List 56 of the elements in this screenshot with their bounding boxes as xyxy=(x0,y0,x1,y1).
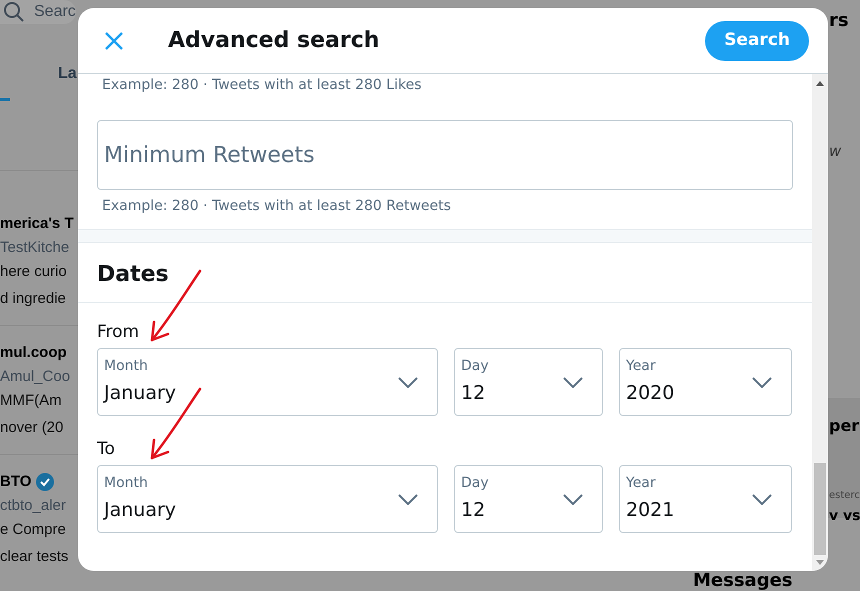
date-select[interactable]: Month January xyxy=(97,348,438,416)
select-value: 2020 xyxy=(626,380,676,406)
tab-indicator xyxy=(0,98,10,101)
chevron-down-icon xyxy=(563,376,583,388)
scrollbar-thumb[interactable] xyxy=(814,463,826,555)
select-value: 12 xyxy=(461,380,486,406)
retweets-field[interactable]: Minimum Retweets xyxy=(97,120,793,190)
date-label: To xyxy=(97,439,115,459)
date-select[interactable]: Month January xyxy=(97,465,438,533)
author-handle: TestKitche xyxy=(0,239,70,256)
select-label: Month xyxy=(104,356,149,374)
author-handle: Amul_Coo xyxy=(0,368,70,385)
section-heading: Dates xyxy=(97,260,169,288)
feed-tab[interactable]: La xyxy=(58,62,78,86)
chevron-down-icon xyxy=(752,494,772,504)
search-icon xyxy=(4,2,24,22)
section-heading: Messages xyxy=(693,572,793,590)
select-value: January xyxy=(104,498,178,522)
chevron-down-icon xyxy=(752,376,772,388)
trend-title: v vs xyxy=(829,507,860,526)
date-select[interactable]: Year 2020 xyxy=(619,348,792,416)
chevron-down-icon xyxy=(563,494,583,504)
section-heading: rs xyxy=(829,12,849,30)
section-heading: per xyxy=(829,418,860,434)
chevron-down-icon xyxy=(398,376,418,388)
tweet-text: clear tests xyxy=(0,548,68,565)
dialog-title: Advanced search xyxy=(168,27,380,55)
chevron-down-icon xyxy=(398,494,418,504)
select-label: Year xyxy=(626,356,657,374)
select-label: Day xyxy=(461,474,490,492)
tweet-text: MMF(Am xyxy=(0,392,62,409)
date-select[interactable]: Year 2021 xyxy=(619,465,792,533)
field-hint: Example: 280 · Tweets with at least 280 Retweets xyxy=(101,197,452,216)
select-value: January xyxy=(104,380,178,406)
field-hint: Example: 280 · Tweets with at least 280 Likes xyxy=(101,76,422,95)
text-input[interactable]: Searc xyxy=(0,0,76,24)
date-label: From xyxy=(97,322,140,342)
author-handle: ctbto_aler xyxy=(0,497,66,514)
trend-text: w xyxy=(829,141,842,162)
select-label: Day xyxy=(461,356,490,374)
tweet-text: e Compre xyxy=(0,521,66,538)
date-select[interactable]: Day 12 xyxy=(454,348,603,416)
select-label: Month xyxy=(104,474,149,492)
tweet-text: d ingredie xyxy=(0,290,66,307)
select-value: 12 xyxy=(461,498,486,522)
author-handle: esterc xyxy=(829,489,860,503)
select-label: Year xyxy=(626,474,657,492)
scroll-down-icon[interactable] xyxy=(816,560,824,565)
date-select[interactable]: Day 12 xyxy=(454,465,603,533)
author-name: merica's T xyxy=(0,214,74,234)
tweet-text: here curio xyxy=(0,263,67,280)
author-name: mul.coop xyxy=(0,342,67,363)
tweet-text: nover (20 xyxy=(0,419,64,436)
scroll-up-icon[interactable] xyxy=(816,81,824,86)
author-name: BTO xyxy=(0,472,32,492)
select-value: 2021 xyxy=(626,498,676,522)
